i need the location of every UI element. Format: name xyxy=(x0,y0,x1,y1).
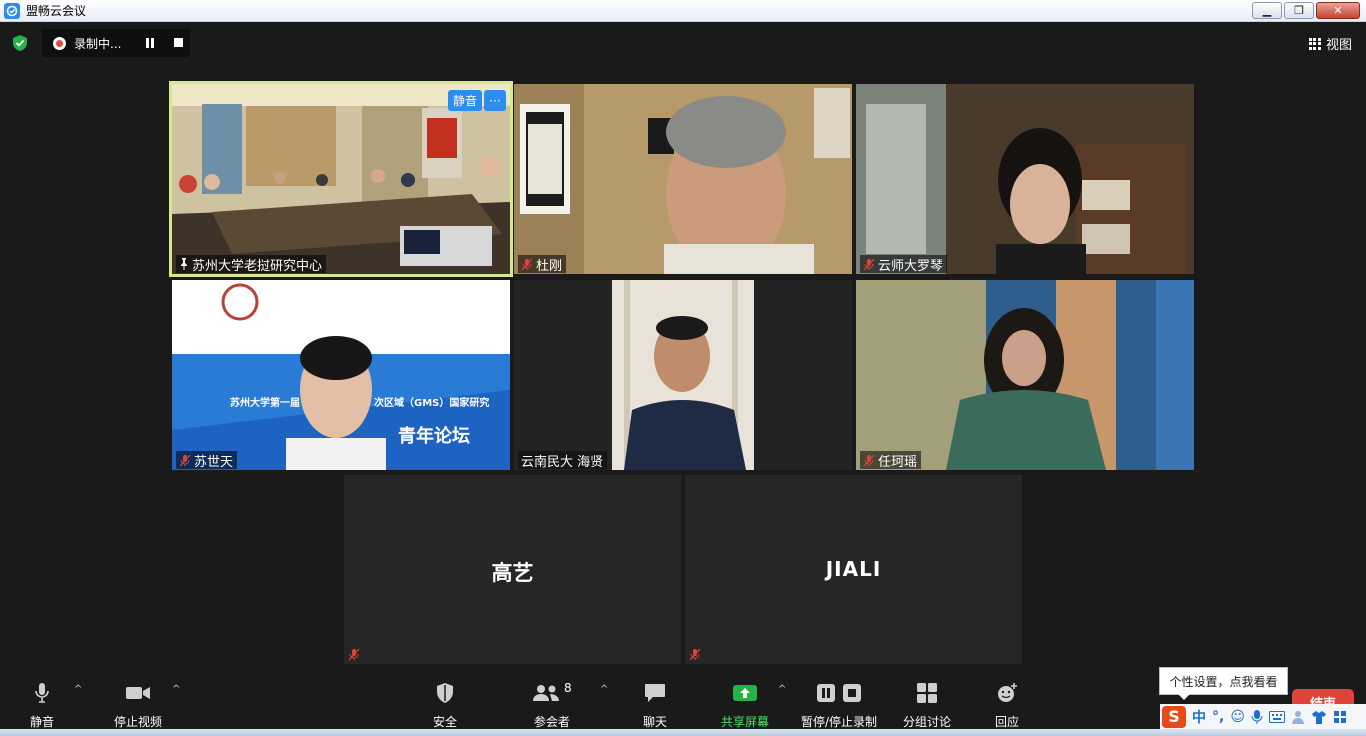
window-title: 盟畅云会议 xyxy=(26,4,87,18)
video-tile-du-gang[interactable]: 杜刚 xyxy=(514,84,852,274)
participant-name-tag: 杜刚 xyxy=(518,255,567,274)
participant-video xyxy=(856,280,1194,470)
participant-name: 云南民大 海贤 xyxy=(521,454,604,470)
window-titlebar: 盟畅云会议 ▁ ❐ ✕ xyxy=(0,0,1366,22)
stop-recording-button[interactable] xyxy=(174,38,183,47)
tile-more-button[interactable]: ··· xyxy=(484,90,506,111)
slide-title-right: 次区域（GMS）国家研究 xyxy=(374,398,490,409)
video-tile-gao-yi[interactable]: 高艺 xyxy=(344,475,681,664)
participant-name-tag: 云师大罗琴 xyxy=(860,255,948,274)
participant-avatar-name: JIALI xyxy=(825,557,882,581)
participant-name: 任珂瑶 xyxy=(878,454,918,470)
video-tile-luo-qin[interactable]: 云师大罗琴 xyxy=(856,84,1194,274)
encryption-shield-icon[interactable] xyxy=(11,34,29,52)
close-button[interactable]: ✕ xyxy=(1316,2,1360,19)
participant-avatar-name: 高艺 xyxy=(491,561,534,585)
recording-label: 录制中... xyxy=(74,36,122,51)
record-dot-icon xyxy=(53,36,66,50)
skin-shirt-icon[interactable] xyxy=(1311,710,1327,724)
video-tile-jiali[interactable]: JIALI xyxy=(685,475,1022,664)
stop-icon xyxy=(843,684,862,702)
participant-name: 杜刚 xyxy=(536,258,563,274)
video-camera-icon xyxy=(126,687,150,699)
participants-icon xyxy=(533,685,559,701)
meeting-topbar: 录制中... 视图 xyxy=(0,22,1366,62)
video-tile-conference-room[interactable]: 静音 ··· 苏州大学老挝研究中心 xyxy=(169,81,513,277)
participant-name: 苏州大学老挝研究中心 xyxy=(192,258,323,274)
muted-mic-icon xyxy=(863,454,875,466)
ime-language-toggle[interactable]: 中 xyxy=(1192,707,1206,727)
emoji-icon[interactable]: ☺ xyxy=(1230,709,1245,725)
tile-mute-button[interactable]: 静音 xyxy=(448,90,482,111)
smiley-plus-icon xyxy=(998,683,1017,702)
view-label: 视图 xyxy=(1325,38,1352,53)
security-button[interactable]: 安全 xyxy=(433,680,457,730)
breakout-grid-icon xyxy=(917,683,937,703)
muted-mic-icon xyxy=(179,454,191,466)
participant-name: 苏世天 xyxy=(194,454,234,470)
security-shield-icon xyxy=(437,683,453,703)
voice-input-icon[interactable] xyxy=(1251,709,1263,725)
toolbox-grid-icon[interactable] xyxy=(1333,710,1347,724)
participant-name-tag: 云南民大 海贤 xyxy=(518,451,608,470)
keyboard-icon[interactable] xyxy=(1268,710,1285,723)
muted-mic-icon xyxy=(521,258,533,270)
muted-mic-icon xyxy=(863,258,875,270)
punctuation-icon[interactable]: °, xyxy=(1212,709,1224,725)
windows-taskbar xyxy=(0,729,1366,736)
app-icon xyxy=(4,2,20,19)
pause-recording-button[interactable] xyxy=(146,38,156,48)
microphone-icon xyxy=(35,683,49,703)
breakout-rooms-button[interactable]: 分组讨论 xyxy=(903,680,951,730)
muted-mic-icon xyxy=(689,648,701,661)
chat-bubble-icon xyxy=(645,684,665,702)
pin-icon xyxy=(181,258,187,270)
view-button[interactable]: 视图 xyxy=(1308,34,1352,53)
video-options-caret[interactable]: ^ xyxy=(172,684,180,695)
conference-room-video xyxy=(172,84,510,274)
slide-subtitle: 青年论坛 xyxy=(398,426,470,447)
pause-stop-recording-button[interactable]: 暂停/停止录制 xyxy=(801,680,877,730)
participant-name-tag: 任珂瑶 xyxy=(860,451,922,470)
chat-button[interactable]: 聊天 xyxy=(643,680,667,730)
participant-name-tag: 苏世天 xyxy=(176,451,238,470)
minimize-button[interactable]: ▁ xyxy=(1252,2,1282,19)
participant-video xyxy=(514,280,852,470)
restore-button[interactable]: ❐ xyxy=(1284,2,1314,19)
participants-options-caret[interactable]: ^ xyxy=(600,684,608,695)
video-tile-hai-xian[interactable]: 云南民大 海贤 xyxy=(514,280,852,470)
mute-button[interactable]: 静音 xyxy=(30,680,54,730)
participants-button[interactable]: 8 参会者 xyxy=(532,680,572,730)
stop-video-button[interactable]: 停止视频 xyxy=(114,680,162,730)
participant-video xyxy=(856,84,1194,274)
participant-video xyxy=(514,84,852,274)
grid-view-icon xyxy=(1308,37,1321,50)
video-tile-su-shitian[interactable]: 苏州大学第一届 次区域（GMS）国家研究 青年论坛 苏世天 xyxy=(172,280,510,470)
share-screen-button[interactable]: 共享屏幕 xyxy=(721,680,769,730)
video-tile-ren-keyao[interactable]: 任珂瑶 xyxy=(856,280,1194,470)
share-screen-icon xyxy=(733,685,757,701)
muted-mic-icon xyxy=(348,648,360,661)
participant-name: 云师大罗琴 xyxy=(878,258,944,274)
pause-icon xyxy=(817,684,836,702)
participant-count: 8 xyxy=(564,681,572,695)
participant-name-tag: 苏州大学老挝研究中心 xyxy=(176,255,327,274)
user-icon[interactable] xyxy=(1291,710,1305,724)
ime-toolbar: S 中 °, ☺ xyxy=(1160,704,1366,729)
reactions-button[interactable]: 回应 xyxy=(995,680,1019,730)
recording-indicator: 录制中... xyxy=(42,29,190,57)
audio-options-caret[interactable]: ^ xyxy=(74,684,82,695)
share-options-caret[interactable]: ^ xyxy=(778,684,786,695)
sogou-ime-icon[interactable]: S xyxy=(1162,705,1186,728)
ime-settings-tooltip: 个性设置，点我看看 xyxy=(1159,667,1288,700)
slide-title-left: 苏州大学第一届 xyxy=(230,398,300,409)
